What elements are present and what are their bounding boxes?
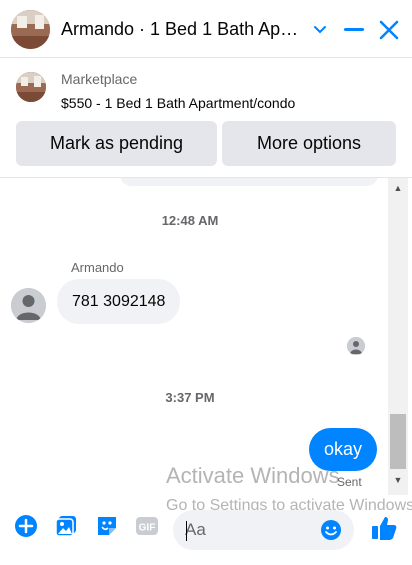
thumbs-up-icon[interactable] [370,514,398,542]
scroll-down-icon[interactable]: ▼ [388,472,408,488]
scrollbar-thumb[interactable] [390,414,406,469]
sticker-icon[interactable] [95,514,119,538]
previous-message-bubble [120,178,378,186]
listing-title[interactable]: $550 - 1 Bed 1 Bath Apartment/condo [61,95,295,111]
message-input[interactable] [185,510,315,550]
more-options-button[interactable]: More options [222,121,396,166]
text-caret [186,521,187,541]
close-icon[interactable] [376,16,402,44]
message-status: Sent [337,475,362,489]
read-receipt-avatar [347,337,365,355]
gif-icon[interactable]: GIF [135,514,159,538]
conversation-title[interactable]: Armando · 1 Bed 1 Bath Ap… [61,19,306,40]
scrollbar[interactable]: ▲ ▼ [388,178,408,495]
marketplace-label: Marketplace [61,71,138,87]
sender-name: Armando [71,260,124,275]
listing-thumbnail[interactable] [11,10,50,49]
plus-icon[interactable] [14,514,38,538]
marketplace-card: Marketplace $550 - 1 Bed 1 Bath Apartmen… [0,58,412,178]
mark-as-pending-button[interactable]: Mark as pending [16,121,217,166]
listing-thumbnail-small[interactable] [16,72,46,102]
windows-activation-watermark: Activate Windows [166,463,340,488]
scroll-up-icon[interactable]: ▲ [388,180,408,196]
message-input-wrapper[interactable] [173,510,354,550]
emoji-icon[interactable] [319,518,343,542]
photo-icon[interactable] [54,514,78,538]
svg-text:GIF: GIF [139,523,156,534]
minimize-icon[interactable] [341,16,367,44]
timestamp: 12:48 AM [161,213,219,228]
incoming-message[interactable]: 781 3092148 [57,279,181,324]
chevron-down-icon[interactable] [309,16,331,44]
timestamp: 3:37 PM [165,390,215,405]
avatar[interactable] [11,288,46,323]
chat-header: Armando · 1 Bed 1 Bath Ap… [0,0,412,58]
message-list[interactable]: 12:48 AM Armando 781 3092148 3:37 PM oka… [0,178,412,495]
